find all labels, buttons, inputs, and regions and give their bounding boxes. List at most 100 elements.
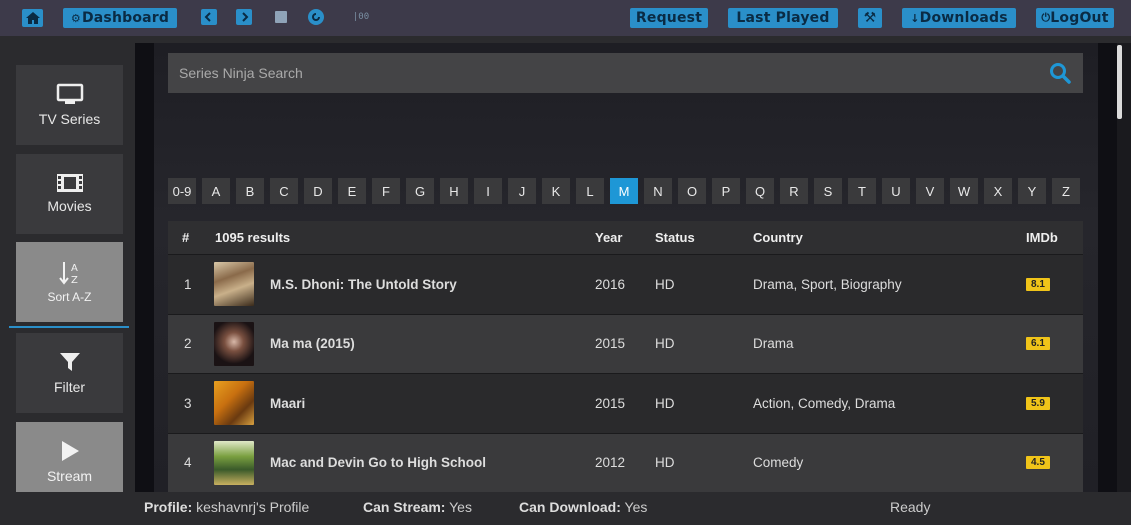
letter-button-q[interactable]: Q bbox=[746, 178, 774, 204]
zoom-icon: |00 bbox=[352, 12, 370, 22]
letter-button-c[interactable]: C bbox=[270, 178, 298, 204]
header-results: 1095 results bbox=[215, 230, 291, 245]
search-input[interactable]: Series Ninja Search bbox=[168, 53, 1083, 93]
row-title[interactable]: Mac and Devin Go to High School bbox=[270, 455, 486, 470]
sidebar-item-tv-series[interactable]: TV Series bbox=[16, 65, 123, 145]
letter-button-f[interactable]: F bbox=[372, 178, 400, 204]
letter-button-t[interactable]: T bbox=[848, 178, 876, 204]
home-button[interactable] bbox=[22, 9, 43, 27]
home-icon bbox=[25, 12, 40, 24]
can-download-label: Can Download: bbox=[519, 499, 621, 515]
poster-thumbnail[interactable] bbox=[214, 262, 254, 307]
scrollbar-thumb[interactable] bbox=[1117, 45, 1122, 119]
table-row[interactable]: 4 Mac and Devin Go to High School 2012 H… bbox=[168, 432, 1083, 492]
film-icon bbox=[56, 174, 83, 192]
letter-button-b[interactable]: B bbox=[236, 178, 264, 204]
row-status: HD bbox=[655, 276, 675, 292]
can-download-value: Yes bbox=[624, 499, 648, 515]
svg-text:Z: Z bbox=[71, 275, 78, 286]
letter-button-digits[interactable]: 0-9 bbox=[168, 178, 196, 204]
request-button[interactable]: Request bbox=[630, 8, 708, 28]
sidebar-item-sort-az[interactable]: AZ Sort A-Z bbox=[16, 242, 123, 322]
row-title[interactable]: M.S. Dhoni: The Untold Story bbox=[270, 277, 457, 292]
header-imdb[interactable]: IMDb bbox=[1026, 230, 1058, 245]
table-row[interactable]: 2 Ma ma (2015) 2015 HD Drama 6.1 bbox=[168, 313, 1083, 373]
letter-button-n[interactable]: N bbox=[644, 178, 672, 204]
row-title[interactable]: Maari bbox=[270, 396, 305, 411]
row-country: Action, Comedy, Drama bbox=[753, 395, 896, 411]
reload-button[interactable] bbox=[308, 9, 324, 25]
letter-button-z[interactable]: Z bbox=[1052, 178, 1080, 204]
letter-button-h[interactable]: H bbox=[440, 178, 468, 204]
forward-arrow-icon bbox=[242, 12, 249, 22]
letter-button-p[interactable]: P bbox=[712, 178, 740, 204]
search-placeholder: Series Ninja Search bbox=[179, 65, 303, 81]
tv-icon bbox=[56, 83, 83, 104]
scrollbar[interactable] bbox=[1117, 43, 1131, 492]
tools-button[interactable]: ⚒ bbox=[858, 8, 882, 28]
poster-thumbnail[interactable] bbox=[214, 381, 254, 426]
status-bar: Profile: keshavnrj's Profile Can Stream:… bbox=[0, 492, 1131, 525]
zoom-button[interactable]: |00 bbox=[352, 9, 370, 25]
sidebar-item-movies[interactable]: Movies bbox=[16, 154, 123, 234]
letter-button-s[interactable]: S bbox=[814, 178, 842, 204]
downloads-button[interactable]: ↓ Downloads bbox=[902, 8, 1016, 28]
letter-button-e[interactable]: E bbox=[338, 178, 366, 204]
results-table: # 1095 results Year Status Country IMDb … bbox=[168, 221, 1083, 492]
play-icon bbox=[61, 441, 79, 461]
table-row[interactable]: 1 M.S. Dhoni: The Untold Story 2016 HD D… bbox=[168, 254, 1083, 314]
table-row[interactable]: 3 Maari 2015 HD Action, Comedy, Drama 5.… bbox=[168, 373, 1083, 433]
can-stream-label: Can Stream: bbox=[363, 499, 446, 515]
letter-filter-bar: 0-9 A B C D E F G H I J K L M N O P Q R S T U V W X Y Z bbox=[168, 178, 1080, 204]
header-country[interactable]: Country bbox=[753, 230, 803, 245]
poster-thumbnail[interactable] bbox=[214, 321, 254, 366]
poster-thumbnail[interactable] bbox=[214, 440, 254, 485]
letter-button-l[interactable]: L bbox=[576, 178, 604, 204]
sidebar-item-filter[interactable]: Filter bbox=[16, 333, 123, 413]
sidebar-item-stream[interactable]: Stream bbox=[16, 422, 123, 502]
imdb-badge: 4.5 bbox=[1026, 456, 1050, 470]
row-year: 2015 bbox=[595, 336, 626, 352]
letter-button-w[interactable]: W bbox=[950, 178, 978, 204]
search-icon[interactable] bbox=[1049, 62, 1071, 84]
row-title[interactable]: Ma ma (2015) bbox=[270, 336, 355, 351]
letter-button-u[interactable]: U bbox=[882, 178, 910, 204]
dashboard-button[interactable]: ⚙ Dashboard bbox=[63, 8, 177, 28]
forward-button[interactable] bbox=[236, 9, 252, 25]
sidebar-item-label: Filter bbox=[53, 379, 86, 395]
power-icon: ⏻ bbox=[1041, 11, 1051, 24]
header-num: # bbox=[182, 230, 190, 245]
main-content: Series Ninja Search 0-9 A B C D E F G H I J K L M N O P Q… bbox=[135, 43, 1117, 492]
letter-button-g[interactable]: G bbox=[406, 178, 434, 204]
filter-icon bbox=[59, 353, 80, 371]
stop-button[interactable] bbox=[273, 9, 289, 25]
back-button[interactable] bbox=[201, 9, 217, 25]
letter-button-i[interactable]: I bbox=[474, 178, 502, 204]
letter-button-x[interactable]: X bbox=[984, 178, 1012, 204]
letter-button-j[interactable]: J bbox=[508, 178, 536, 204]
back-arrow-icon bbox=[204, 12, 211, 22]
row-num: 3 bbox=[184, 395, 192, 411]
top-toolbar: ⚙ Dashboard |00 Request Last Played ⚒ ↓ Do… bbox=[0, 0, 1131, 36]
letter-button-o[interactable]: O bbox=[678, 178, 706, 204]
letter-button-v[interactable]: V bbox=[916, 178, 944, 204]
row-year: 2015 bbox=[595, 395, 626, 411]
sort-az-icon: AZ bbox=[58, 262, 78, 286]
letter-button-d[interactable]: D bbox=[304, 178, 332, 204]
header-status[interactable]: Status bbox=[655, 230, 695, 245]
header-year[interactable]: Year bbox=[595, 230, 622, 245]
letter-button-k[interactable]: K bbox=[542, 178, 570, 204]
row-year: 2016 bbox=[595, 276, 626, 292]
row-status: HD bbox=[655, 395, 675, 411]
row-country: Drama, Sport, Biography bbox=[753, 276, 902, 292]
row-status: HD bbox=[655, 336, 675, 352]
letter-button-m[interactable]: M bbox=[610, 178, 638, 204]
letter-button-a[interactable]: A bbox=[202, 178, 230, 204]
row-num: 4 bbox=[184, 455, 192, 471]
row-year: 2012 bbox=[595, 455, 626, 471]
letter-button-r[interactable]: R bbox=[780, 178, 808, 204]
letter-button-y[interactable]: Y bbox=[1018, 178, 1046, 204]
last-played-button[interactable]: Last Played bbox=[728, 8, 838, 28]
svg-text:A: A bbox=[71, 263, 78, 274]
logout-button[interactable]: ⏻ LogOut bbox=[1036, 8, 1114, 28]
